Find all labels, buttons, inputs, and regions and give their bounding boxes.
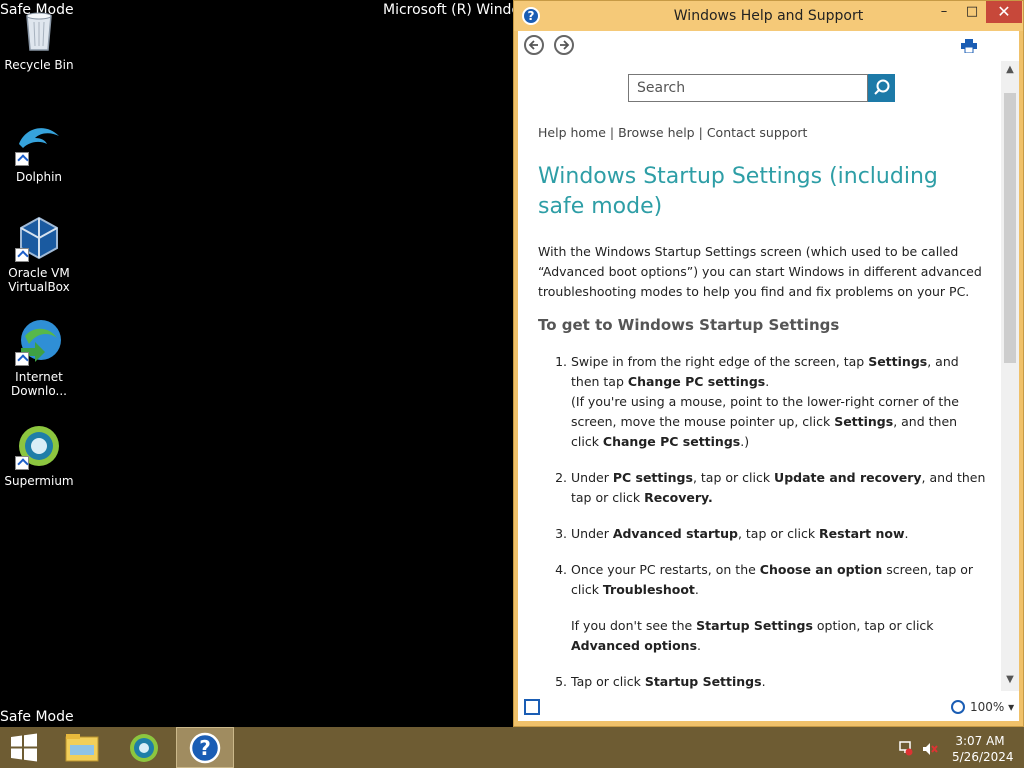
desktop-icon-label: Recycle Bin (4, 58, 74, 72)
search-button[interactable] (868, 74, 895, 102)
list-item: Swipe in from the right edge of the scre… (571, 352, 986, 452)
shortcut-arrow-icon (15, 352, 29, 366)
search-box (628, 74, 868, 102)
internet-download-manager-icon (15, 318, 63, 366)
breadcrumb: Help home | Browse help | Contact suppor… (538, 125, 986, 140)
feedback-icon[interactable] (524, 699, 540, 715)
contact-support-link[interactable]: Contact support (707, 125, 808, 140)
desktop-icon-label: Internet Downlo... (11, 370, 67, 398)
supermium-icon (15, 422, 63, 470)
desktop-icon-recycle-bin[interactable]: Recycle Bin (0, 6, 78, 72)
help-content-area: Help home | Browse help | Contact suppor… (518, 31, 1019, 721)
shortcut-arrow-icon (15, 248, 29, 262)
title-bar[interactable]: ? Windows Help and Support – □ ✕ (514, 1, 1023, 31)
system-clock[interactable]: 3:07 AM 5/26/2024 (952, 733, 1014, 765)
maximize-button[interactable]: □ (958, 1, 986, 23)
printer-icon (961, 39, 977, 54)
article: Help home | Browse help | Contact suppor… (538, 125, 986, 708)
zoom-level[interactable]: 100% ▾ (970, 700, 1014, 714)
vertical-scrollbar[interactable]: ▲ ▼ (1001, 61, 1019, 691)
shortcut-arrow-icon (15, 152, 29, 166)
desktop-icon-virtualbox[interactable]: Oracle VM VirtualBox (0, 214, 78, 294)
page-title: Windows Startup Settings (including safe… (538, 164, 938, 219)
volume-muted-icon[interactable] (922, 741, 938, 757)
supermium-icon (130, 734, 158, 762)
scrollbar-thumb[interactable] (1004, 93, 1016, 363)
help-home-link[interactable]: Help home (538, 125, 606, 140)
list-item: Under Advanced startup, tap or click Res… (571, 524, 986, 544)
taskbar-supermium[interactable] (124, 727, 164, 768)
desktop-icon-label: Dolphin (15, 170, 63, 184)
list-item: Once your PC restarts, on the Choose an … (571, 560, 986, 656)
scroll-up-button[interactable]: ▲ (1001, 61, 1019, 79)
taskbar-help-and-support[interactable]: ? (176, 727, 234, 768)
forward-button[interactable] (554, 35, 574, 55)
scroll-down-button[interactable]: ▼ (1001, 671, 1019, 689)
dolphin-icon (15, 118, 63, 166)
close-button[interactable]: ✕ (986, 1, 1022, 23)
help-window: ? Windows Help and Support – □ ✕ Search … (513, 0, 1024, 727)
build-info-text: Microsoft (R) Windo (383, 2, 521, 18)
breadcrumb-separator: | (698, 125, 703, 140)
breadcrumb-separator: | (609, 125, 615, 140)
svg-text:?: ? (199, 736, 211, 760)
arrow-right-icon (560, 40, 570, 50)
desktop-icon-label: Oracle VM VirtualBox (8, 266, 70, 294)
clock-time: 3:07 AM (955, 734, 1005, 748)
status-bar: 100% ▾ (518, 695, 1019, 721)
print-button[interactable] (961, 38, 977, 54)
list-item: Tap or click Startup Settings. (571, 672, 986, 692)
zoom-icon[interactable] (951, 700, 965, 714)
search-input[interactable] (629, 75, 867, 101)
search-icon (874, 79, 890, 95)
minimize-button[interactable]: – (930, 1, 958, 23)
recycle-bin-icon (15, 6, 63, 54)
windows-logo-icon (11, 733, 37, 762)
taskbar-file-explorer[interactable] (62, 727, 102, 768)
start-button[interactable] (8, 727, 40, 768)
network-status-icon[interactable] (899, 740, 913, 756)
section-heading: To get to Windows Startup Settings (538, 316, 840, 334)
desktop-icon-supermium[interactable]: Supermium (0, 422, 78, 488)
help-and-support-icon: ? (189, 732, 221, 764)
back-button[interactable] (524, 35, 544, 55)
file-explorer-icon (65, 734, 99, 762)
arrow-left-icon (528, 40, 538, 50)
intro-paragraph: With the Windows Startup Settings screen… (538, 244, 982, 299)
desktop-icon-label: Supermium (4, 474, 74, 488)
desktop-icon-dolphin[interactable]: Dolphin (0, 118, 78, 184)
list-item: Under PC settings, tap or click Update a… (571, 468, 986, 508)
desktop-icon-internet-download-manager[interactable]: Internet Downlo... (0, 318, 78, 398)
clock-date: 5/26/2024 (952, 750, 1014, 764)
browse-help-link[interactable]: Browse help (618, 125, 695, 140)
safe-mode-label-bottom: Safe Mode (0, 709, 74, 725)
taskbar: ? (0, 727, 1024, 768)
virtualbox-icon (15, 214, 63, 262)
steps-list: Swipe in from the right edge of the scre… (538, 352, 986, 692)
shortcut-arrow-icon (15, 456, 29, 470)
